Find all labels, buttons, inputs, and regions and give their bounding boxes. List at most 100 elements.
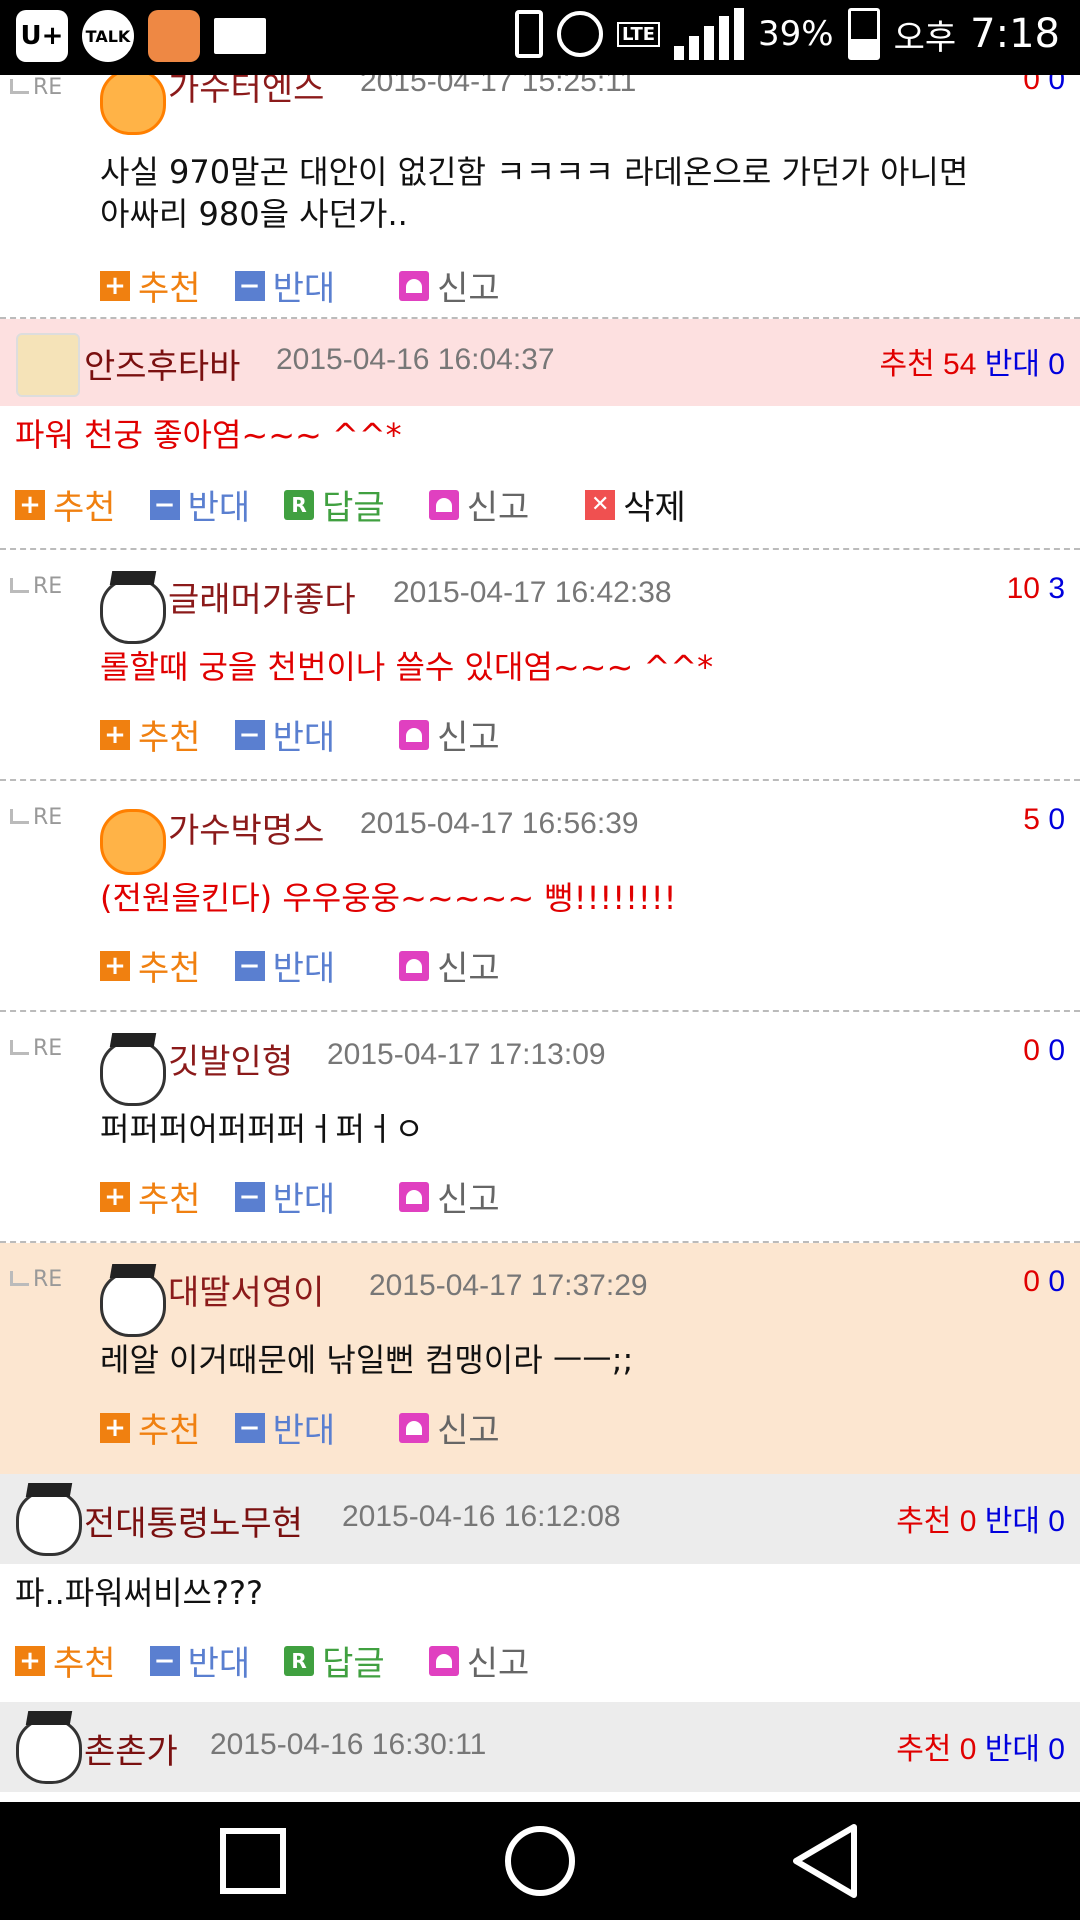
recommend-button[interactable]: + 추천	[100, 1172, 201, 1221]
reply-indicator: RE	[10, 1267, 62, 1292]
comment-date: 2015-04-17 17:37:29	[369, 1269, 648, 1302]
mail-icon	[214, 18, 266, 54]
nickname[interactable]: 안즈후타바	[84, 339, 240, 388]
siren-icon	[428, 1645, 459, 1676]
reply-indicator: RE	[10, 574, 62, 599]
recommend-button[interactable]: + 추천	[100, 1403, 201, 1452]
minus-icon: −	[149, 1645, 180, 1676]
nickname[interactable]: 대딸서영이	[168, 1265, 324, 1314]
plus-icon: +	[100, 1181, 130, 1212]
siren-icon	[399, 950, 430, 981]
comment-date: 2015-04-17 16:56:39	[360, 807, 639, 840]
comment-body: 파..파워써비쓰??? + 추천 − 반대 R 답글 신고	[0, 1564, 1080, 1702]
alarm-icon	[556, 11, 603, 57]
oppose-button[interactable]: − 반대	[234, 710, 335, 759]
minus-icon: −	[234, 270, 265, 301]
comment-actions: + 추천 − 반대 신고	[100, 261, 534, 310]
nickname[interactable]: 가수터엔스	[168, 75, 324, 110]
recommend-button[interactable]: + 추천	[100, 261, 201, 310]
plus-icon: +	[15, 489, 45, 520]
vote-counts: 10 3	[1006, 572, 1065, 605]
nickname[interactable]: 글래머가좋다	[168, 572, 356, 621]
square-icon	[220, 1828, 286, 1894]
avatar	[100, 578, 166, 644]
comment-date: 2015-04-17 16:42:38	[393, 576, 672, 609]
game-app-icon	[148, 10, 200, 62]
comment-text: (전원을킨다) 우우웅웅~~~~~ 뻥!!!!!!!!	[100, 879, 677, 917]
report-button[interactable]: 신고	[428, 480, 529, 529]
comment-date: 2015-04-16 16:30:11	[210, 1728, 487, 1761]
comment-text: 레알 이거때문에 낚일뻔 컴맹이라 ㅡㅡ;;	[100, 1341, 634, 1379]
recommend-button[interactable]: + 추천	[15, 480, 116, 529]
vote-counts: 0 0	[1023, 1265, 1065, 1298]
nickname[interactable]: 깃발인형	[168, 1034, 293, 1083]
minus-icon: −	[234, 1181, 265, 1212]
oppose-button[interactable]: − 반대	[149, 480, 250, 529]
recent-apps-button[interactable]	[193, 1802, 313, 1920]
plus-icon: +	[100, 1412, 130, 1443]
report-button[interactable]: 신고	[399, 1172, 500, 1221]
nickname[interactable]: 촌촌가	[84, 1724, 178, 1773]
plus-icon: +	[100, 270, 130, 301]
report-button[interactable]: 신고	[428, 1636, 529, 1685]
minus-icon: −	[234, 950, 265, 981]
reply-button[interactable]: R 답글	[284, 480, 385, 529]
comment-text: 파워 천궁 좋아염~~~ ^^*	[15, 416, 402, 454]
comment-actions: + 추천 − 반대 R 답글 신고 ✕ 삭제	[15, 480, 720, 529]
plus-icon: +	[15, 1645, 45, 1676]
reply-item: RE 가수박명스 2015-04-17 16:56:39 5 0 (전원을킨다)…	[0, 781, 1080, 1012]
comment-text: 사실 970말곤 대안이 없긴함 ㅋㅋㅋㅋ 라데온으로 가던가 아니면 아싸리 9…	[100, 153, 969, 233]
comment-header: 전대통령노무현 2015-04-16 16:12:08 추천 0 반대 0	[0, 1474, 1080, 1564]
home-button[interactable]	[480, 1802, 600, 1920]
signal-icon	[674, 8, 745, 60]
vote-counts: 추천 0 반대 0	[896, 1505, 1065, 1538]
vote-counts: 0 0	[1023, 75, 1065, 96]
comment-list: RE 가수터엔스 2015-04-17 15:25:11 0 0 사실 970말…	[0, 75, 1080, 1802]
comment-date: 2015-04-16 16:04:37	[276, 343, 555, 376]
report-button[interactable]: 신고	[399, 941, 500, 990]
oppose-button[interactable]: − 반대	[234, 1403, 335, 1452]
avatar	[100, 809, 166, 875]
plus-icon: +	[100, 719, 130, 750]
oppose-button[interactable]: − 반대	[149, 1636, 250, 1685]
reply-item-highlighted: RE 대딸서영이 2015-04-17 17:37:29 0 0 레알 이거때문…	[0, 1243, 1080, 1474]
minus-icon: −	[234, 719, 265, 750]
delete-button[interactable]: ✕ 삭제	[585, 480, 686, 529]
clock: 7:18	[970, 11, 1060, 57]
comment-actions: + 추천 − 반대 R 답글 신고	[15, 1636, 563, 1685]
circle-icon	[505, 1826, 575, 1896]
siren-icon	[399, 1181, 430, 1212]
siren-icon	[428, 489, 459, 520]
uplus-app-icon: U+	[16, 10, 68, 62]
status-bar: U+ TALK LTE 39% 오후 7:18	[0, 0, 1080, 75]
nickname[interactable]: 전대통령노무현	[84, 1496, 303, 1545]
report-button[interactable]: 신고	[399, 261, 500, 310]
oppose-button[interactable]: − 반대	[234, 941, 335, 990]
vote-counts: 5 0	[1023, 803, 1065, 836]
reply-icon: R	[284, 1645, 315, 1676]
report-button[interactable]: 신고	[399, 1403, 500, 1452]
recommend-button[interactable]: + 추천	[100, 941, 201, 990]
nickname[interactable]: 가수박명스	[168, 803, 324, 852]
recommend-button[interactable]: + 추천	[15, 1636, 116, 1685]
avatar	[100, 1040, 166, 1106]
ampm-label: 오후	[893, 17, 957, 58]
oppose-button[interactable]: − 반대	[234, 261, 335, 310]
back-button[interactable]	[765, 1802, 885, 1920]
back-triangle-icon	[793, 1824, 857, 1898]
recommend-button[interactable]: + 추천	[100, 710, 201, 759]
report-button[interactable]: 신고	[399, 710, 500, 759]
comment-header: 안즈후타바 2015-04-16 16:04:37 추천 54 반대 0	[0, 319, 1080, 406]
siren-icon	[399, 270, 430, 301]
comment-text: 롤할때 궁을 천번이나 쓸수 있대염~~~ ^^*	[100, 648, 714, 686]
oppose-button[interactable]: − 반대	[234, 1172, 335, 1221]
reply-button[interactable]: R 답글	[284, 1636, 385, 1685]
siren-icon	[399, 1412, 430, 1443]
kakaotalk-icon: TALK	[82, 10, 134, 62]
vote-counts: 0 0	[1023, 1034, 1065, 1067]
plus-icon: +	[100, 950, 130, 981]
comment-body: 파워 천궁 좋아염~~~ ^^* + 추천 − 반대 R 답글 신고 ✕ 삭제	[0, 406, 1080, 550]
comment-actions: + 추천 − 반대 신고	[100, 1403, 534, 1452]
reply-item: RE 깃발인형 2015-04-17 17:13:09 0 0 퍼퍼퍼어퍼퍼퍼ㅓ…	[0, 1012, 1080, 1243]
comment-date: 2015-04-17 15:25:11	[360, 75, 637, 98]
